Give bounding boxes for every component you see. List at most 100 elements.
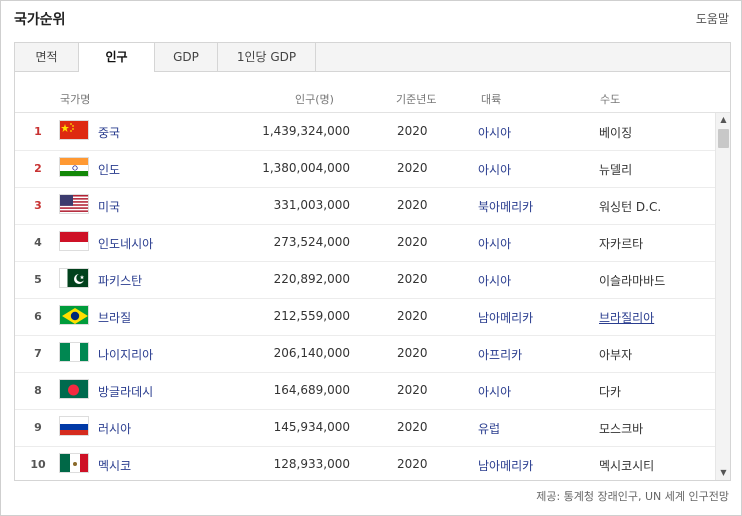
table-row: 9 러시아 145,934,000 2020 유럽 모스크바 — [15, 409, 715, 447]
table-row: 8 방글라데시 164,689,000 2020 아시아 다카 — [15, 372, 715, 410]
population-value: 220,892,000 — [273, 272, 350, 286]
table-row: 1 중국 1,439,324,000 2020 아시아 베이징 — [15, 113, 715, 151]
year-value: 2020 — [397, 198, 428, 212]
capital-value[interactable]: 모스크바 — [599, 420, 643, 437]
continent-link[interactable]: 아시아 — [478, 124, 511, 141]
continent-link[interactable]: 남아메리카 — [478, 309, 533, 326]
population-value: 273,524,000 — [273, 235, 350, 249]
column-header-year: 기준년도 — [396, 93, 437, 106]
year-value: 2020 — [397, 309, 428, 323]
table-row: 2 인도 1,380,004,000 2020 아시아 뉴델리 — [15, 150, 715, 188]
population-value: 206,140,000 — [273, 346, 350, 360]
rank-number: 3 — [34, 199, 42, 212]
country-name-link[interactable]: 인도 — [98, 161, 120, 178]
column-header-continent: 대륙 — [481, 93, 502, 106]
continent-link[interactable]: 아프리카 — [478, 346, 522, 363]
usa-flag-icon — [59, 194, 89, 214]
india-flag-icon — [59, 157, 89, 177]
year-value: 2020 — [397, 235, 428, 249]
population-value: 1,380,004,000 — [262, 161, 350, 175]
brazil-flag-icon — [59, 305, 89, 325]
population-value: 212,559,000 — [273, 309, 350, 323]
column-header-country: 국가명 — [60, 93, 91, 106]
bangladesh-flag-icon — [59, 379, 89, 399]
tab-gdp-per-capita[interactable]: 1인당 GDP — [218, 43, 316, 71]
widget-title: 국가순위 — [14, 12, 66, 28]
year-value: 2020 — [397, 124, 428, 138]
rank-number: 6 — [34, 310, 42, 323]
rank-number: 8 — [34, 384, 42, 397]
year-value: 2020 — [397, 420, 428, 434]
china-flag-icon — [59, 120, 89, 140]
source-note: 제공: 통계청 장래인구, UN 세계 인구전망 — [536, 490, 729, 503]
ranking-panel: 면적 인구 GDP 1인당 GDP 국가명 인구(명) 기준년도 대륙 수도 1… — [14, 42, 731, 481]
russia-flag-icon — [59, 416, 89, 436]
continent-link[interactable]: 아시아 — [478, 235, 511, 252]
year-value: 2020 — [397, 346, 428, 360]
rank-number: 7 — [34, 347, 42, 360]
rank-number: 5 — [34, 273, 42, 286]
scrollbar-thumb[interactable] — [718, 129, 729, 148]
capital-value[interactable]: 이슬라마바드 — [599, 272, 665, 289]
continent-link[interactable]: 남아메리카 — [478, 457, 533, 474]
continent-link[interactable]: 유럽 — [478, 420, 500, 437]
capital-value[interactable]: 워싱턴 D.C. — [599, 198, 661, 215]
capital-value[interactable]: 뉴델리 — [599, 161, 632, 178]
continent-link[interactable]: 아시아 — [478, 161, 511, 178]
population-value: 1,439,324,000 — [262, 124, 350, 138]
table-row: 10 멕시코 128,933,000 2020 남아메리카 멕시코시티 — [15, 446, 715, 480]
population-value: 331,003,000 — [273, 198, 350, 212]
mexico-flag-icon — [59, 453, 89, 473]
table-header: 국가명 인구(명) 기준년도 대륙 수도 — [15, 72, 730, 113]
tab-area[interactable]: 면적 — [15, 43, 79, 71]
country-name-link[interactable]: 나이지리아 — [98, 346, 153, 363]
population-value: 164,689,000 — [273, 383, 350, 397]
population-value: 145,934,000 — [273, 420, 350, 434]
country-name-link[interactable]: 중국 — [98, 124, 120, 141]
year-value: 2020 — [397, 272, 428, 286]
help-link[interactable]: 도움말 — [696, 10, 729, 27]
table-row: 6 브라질 212,559,000 2020 남아메리카 브라질리아 — [15, 298, 715, 336]
country-name-link[interactable]: 인도네시아 — [98, 235, 153, 252]
column-header-population: 인구(명) — [295, 93, 334, 106]
country-name-link[interactable]: 브라질 — [98, 309, 131, 326]
capital-value[interactable]: 베이징 — [599, 124, 632, 141]
year-value: 2020 — [397, 457, 428, 471]
tab-gdp[interactable]: GDP — [155, 43, 218, 71]
country-name-link[interactable]: 러시아 — [98, 420, 131, 437]
year-value: 2020 — [397, 161, 428, 175]
table-row: 3 미국 331,003,000 2020 북아메리카 워싱턴 D.C. — [15, 187, 715, 225]
tab-bar: 면적 인구 GDP 1인당 GDP — [15, 43, 730, 72]
country-name-link[interactable]: 멕시코 — [98, 457, 131, 474]
tab-population[interactable]: 인구 — [79, 43, 155, 72]
indonesia-flag-icon — [59, 231, 89, 251]
vertical-scrollbar[interactable]: ▲ ▼ — [715, 113, 730, 480]
capital-value[interactable]: 멕시코시티 — [599, 457, 654, 474]
rank-number: 2 — [34, 162, 42, 175]
nigeria-flag-icon — [59, 342, 89, 362]
column-header-capital: 수도 — [600, 93, 621, 106]
capital-value[interactable]: 아부자 — [599, 346, 632, 363]
rank-number: 10 — [30, 458, 46, 471]
continent-link[interactable]: 북아메리카 — [478, 198, 533, 215]
scroll-up-arrow-icon[interactable]: ▲ — [716, 113, 730, 127]
rank-number: 9 — [34, 421, 42, 434]
country-name-link[interactable]: 미국 — [98, 198, 120, 215]
capital-value[interactable]: 다카 — [599, 383, 621, 400]
table-row: 7 나이지리아 206,140,000 2020 아프리카 아부자 — [15, 335, 715, 373]
population-value: 128,933,000 — [273, 457, 350, 471]
continent-link[interactable]: 아시아 — [478, 383, 511, 400]
table-row: 5 파키스탄 220,892,000 2020 아시아 이슬라마바드 — [15, 261, 715, 299]
year-value: 2020 — [397, 383, 428, 397]
scroll-down-arrow-icon[interactable]: ▼ — [716, 466, 730, 480]
country-name-link[interactable]: 방글라데시 — [98, 383, 153, 400]
pakistan-flag-icon — [59, 268, 89, 288]
country-ranking-widget: 국가순위 도움말 면적 인구 GDP 1인당 GDP 국가명 인구(명) 기준년… — [0, 0, 742, 516]
rank-number: 4 — [34, 236, 42, 249]
capital-value[interactable]: 자카르타 — [599, 235, 643, 252]
continent-link[interactable]: 아시아 — [478, 272, 511, 289]
country-name-link[interactable]: 파키스탄 — [98, 272, 142, 289]
rank-number: 1 — [34, 125, 42, 138]
capital-link[interactable]: 브라질리아 — [599, 309, 654, 326]
table-row: 4 인도네시아 273,524,000 2020 아시아 자카르타 — [15, 224, 715, 262]
